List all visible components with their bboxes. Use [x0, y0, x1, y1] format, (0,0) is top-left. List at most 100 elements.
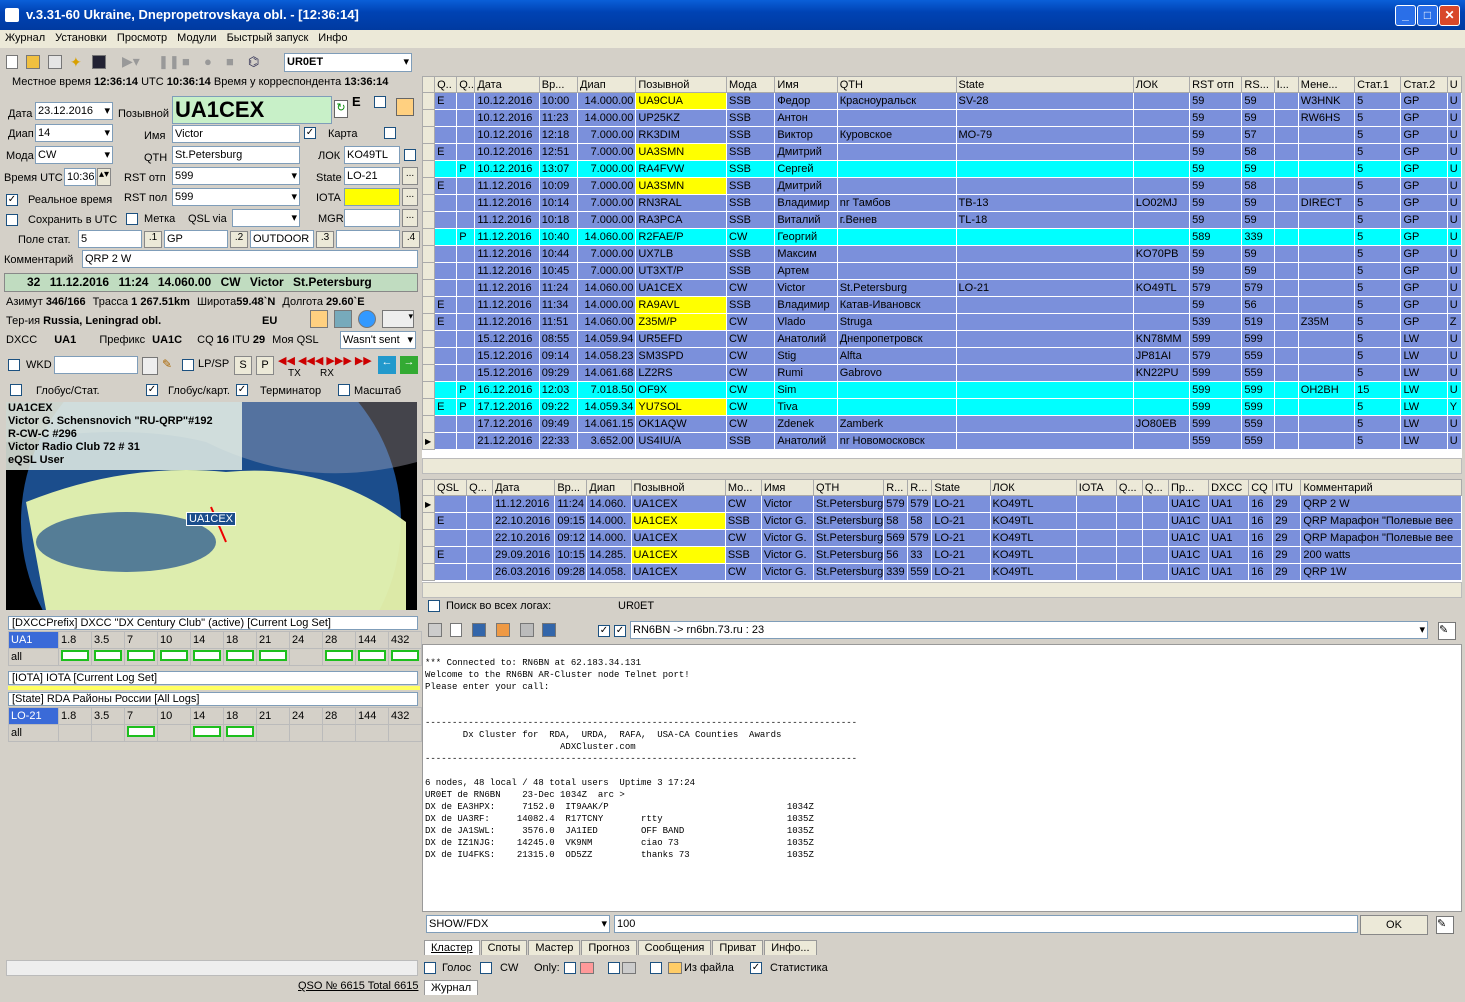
- prev-qso-table[interactable]: QSL Q... Дата Вр... Диап Позывной Мо... Имя QTH R…: [422, 479, 1462, 581]
- log-table[interactable]: Q.. Q.. Дата Вр... Диап Позывной Мода Имя QTH Sta…: [422, 76, 1462, 450]
- date-field[interactable]: 23.12.2016 ▾: [35, 102, 113, 120]
- sync-icon[interactable]: [48, 55, 62, 69]
- grid2-icon[interactable]: [542, 623, 556, 637]
- qslvia-field[interactable]: ▾: [232, 209, 300, 227]
- column-header[interactable]: Дата: [492, 479, 556, 496]
- menu-item-3[interactable]: Модули: [172, 30, 221, 46]
- save-icon[interactable]: [92, 55, 106, 69]
- open-icon[interactable]: [26, 55, 40, 69]
- table-row[interactable]: 11.12.2016 10:18 7.000.00 RA3PCA SSB Виталий г…: [422, 211, 1462, 229]
- stat4-field[interactable]: [336, 230, 400, 248]
- column-header[interactable]: QSL: [434, 479, 468, 496]
- broom-icon[interactable]: ✎: [162, 357, 178, 375]
- search-all-checkbox[interactable]: [428, 600, 440, 612]
- s-button[interactable]: S: [234, 356, 252, 375]
- menu-item-1[interactable]: Установки: [50, 30, 112, 46]
- column-header[interactable]: RST отп: [1189, 76, 1243, 93]
- mode-field[interactable]: CW ▾: [35, 146, 113, 164]
- only-cb2[interactable]: [608, 962, 620, 974]
- realtime-checkbox[interactable]: ✓: [6, 194, 18, 206]
- minimize-button[interactable]: _: [1395, 5, 1416, 26]
- wkd-field[interactable]: [54, 356, 138, 374]
- column-header[interactable]: Диап: [586, 479, 632, 496]
- refresh-icon[interactable]: ↻: [334, 100, 348, 118]
- menu-item-2[interactable]: Просмотр: [112, 30, 172, 46]
- table-row[interactable]: E 11.12.2016 11:51 14.060.00 Z35M/P CW Vlado St…: [422, 313, 1462, 331]
- e-checkbox[interactable]: [374, 96, 386, 108]
- grid-icon[interactable]: [472, 623, 486, 637]
- column-header[interactable]: ЛОК: [1132, 76, 1191, 93]
- map-icon[interactable]: [334, 310, 352, 328]
- star-icon[interactable]: ✦: [70, 54, 82, 71]
- list-icon[interactable]: ▾: [382, 310, 414, 328]
- record-icon[interactable]: ●: [204, 54, 212, 69]
- arrow-right-icon[interactable]: →: [400, 356, 418, 374]
- column-header[interactable]: DXCC: [1208, 479, 1250, 496]
- column-header[interactable]: Мене...: [1297, 76, 1356, 93]
- tab-1[interactable]: Споты: [480, 940, 528, 955]
- column-header[interactable]: Имя: [760, 479, 815, 496]
- column-header[interactable]: Позывной: [635, 76, 727, 93]
- cluster-cb1[interactable]: ✓: [598, 625, 610, 637]
- qsl-icon[interactable]: [396, 98, 414, 116]
- tab-0[interactable]: Кластер: [424, 940, 480, 955]
- name-field[interactable]: Victor: [172, 125, 300, 143]
- table-row[interactable]: 11.12.2016 10:14 7.000.00 RN3RAL SSB Владимир…: [422, 194, 1462, 212]
- table-row[interactable]: E 10.12.2016 10:00 14.000.00 UA9CUA SSB Федор К…: [422, 92, 1462, 110]
- table-row[interactable]: E P 17.12.2016 09:22 14.059.34 YU7SOL CW Tiva 59…: [422, 398, 1462, 416]
- bm-filter-icon[interactable]: [622, 962, 636, 974]
- mgr-field[interactable]: [344, 209, 400, 227]
- table-row[interactable]: 17.12.2016 09:49 14.061.15 OK1AQW CW Zdenek Za…: [422, 415, 1462, 433]
- cluster-node-select[interactable]: RN6BN -> rn6bn.73.ru : 23 ▾: [630, 621, 1428, 639]
- stop-icon[interactable]: ■: [182, 54, 190, 69]
- cluster-cb2[interactable]: ✓: [614, 625, 626, 637]
- rotator-arrows-icon[interactable]: ◀◀ ◀◀◀ ▶▶▶ ▶▶: [278, 354, 372, 367]
- arrow-left-icon[interactable]: ←: [378, 356, 396, 374]
- table-row[interactable]: E 29.09.2016 10:15 14.285. UA1CEX SSB Victor G…: [422, 546, 1462, 564]
- globe-map[interactable]: UA1CEX Victor G. Schensnovich "RU-QRP"#19…: [6, 402, 417, 610]
- qth-field[interactable]: St.Petersburg: [172, 146, 300, 164]
- column-header[interactable]: Q...: [466, 479, 494, 496]
- column-header[interactable]: ITU: [1272, 479, 1302, 496]
- file-icon[interactable]: [668, 962, 682, 974]
- doc-icon[interactable]: [310, 310, 328, 328]
- connect-icon[interactable]: [428, 623, 442, 637]
- close-button[interactable]: ✕: [1439, 5, 1460, 26]
- stat-checkbox[interactable]: ✓: [750, 962, 762, 974]
- table-row[interactable]: 15.12.2016 08:55 14.059.94 UR5EFD CW Анатолий…: [422, 330, 1462, 348]
- lpsp-checkbox[interactable]: [182, 359, 194, 371]
- column-header[interactable]: Пр...: [1167, 479, 1210, 496]
- table-row[interactable]: P 16.12.2016 12:03 7.018.50 OF9X CW Sim 599 599 O…: [422, 381, 1462, 399]
- map-checkbox[interactable]: ✓: [304, 127, 316, 139]
- table-row[interactable]: 22.10.2016 09:12 14.000. UA1CEX CW Victor G. S…: [422, 529, 1462, 547]
- cluster-output[interactable]: *** Connected to: RN6BN at 62.183.34.131…: [422, 644, 1462, 912]
- stat2-button[interactable]: .2: [230, 231, 248, 248]
- tab-3[interactable]: Прогноз: [581, 940, 637, 955]
- tab-6[interactable]: Инфо...: [764, 940, 817, 955]
- menu-item-5[interactable]: Инфо: [313, 30, 352, 46]
- column-header[interactable]: Мо...: [724, 479, 762, 496]
- column-header[interactable]: Вр...: [554, 479, 588, 496]
- new-doc-icon[interactable]: [450, 623, 462, 637]
- tab-5[interactable]: Приват: [712, 940, 764, 955]
- log-hscroll[interactable]: [422, 458, 1462, 474]
- column-header[interactable]: IOTA: [1075, 479, 1117, 496]
- column-header[interactable]: R...: [907, 479, 933, 496]
- wkd-icon[interactable]: [142, 357, 158, 375]
- cluster-edit-icon[interactable]: ✎: [1438, 622, 1456, 640]
- rst-rcvd-field[interactable]: 599 ▾: [172, 188, 300, 206]
- column-header[interactable]: RS...: [1241, 76, 1275, 93]
- table-row[interactable]: E 11.12.2016 11:34 14.000.00 RA9AVL SSB Владим…: [422, 296, 1462, 314]
- only-cb1[interactable]: [564, 962, 576, 974]
- cluster-send-icon[interactable]: ✎: [1436, 916, 1454, 934]
- iota-button[interactable]: ...: [402, 188, 418, 206]
- column-header[interactable]: QTH: [836, 76, 957, 93]
- table-row[interactable]: E 10.12.2016 12:51 7.000.00 UA3SMN SSB Дмитрий…: [422, 143, 1462, 161]
- table-row[interactable]: 10.12.2016 12:18 7.000.00 RK3DIM SSB Виктор Ку…: [422, 126, 1462, 144]
- loc-checkbox[interactable]: [404, 149, 416, 161]
- band-field[interactable]: 14 ▾: [35, 124, 113, 142]
- table-row[interactable]: 15.12.2016 09:29 14.061.68 LZ2RS CW Rumi Gabro…: [422, 364, 1462, 382]
- call-select[interactable]: UR0ET ▾: [284, 53, 412, 72]
- dxcc-filter-icon[interactable]: [580, 962, 594, 974]
- voice-checkbox[interactable]: [424, 962, 436, 974]
